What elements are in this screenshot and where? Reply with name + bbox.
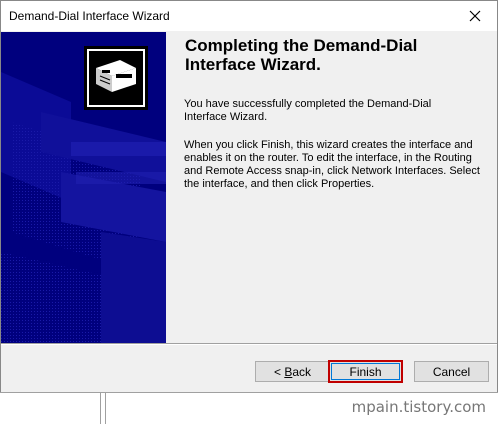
close-icon xyxy=(469,10,481,22)
back-label-accelerator: B xyxy=(284,364,293,379)
close-button[interactable] xyxy=(453,1,497,31)
back-label-rest: ack xyxy=(292,364,312,379)
finish-button-focus: Finish xyxy=(331,363,400,380)
wizard-window: Demand-Dial Interface Wizard Completing … xyxy=(0,0,498,423)
completion-message: You have successfully completed the Dema… xyxy=(184,98,432,123)
strip-divider xyxy=(100,393,101,424)
wizard-content: Completing the Demand-Dial Interface Wiz… xyxy=(167,32,497,343)
instruction-text: When you click Finish, this wizard creat… xyxy=(184,139,480,190)
background-strip: mpain.tistory.com xyxy=(0,392,498,424)
cancel-label: Cancel xyxy=(432,364,471,379)
footer-divider xyxy=(1,343,497,345)
window-title: Demand-Dial Interface Wizard xyxy=(9,9,170,23)
strip-divider xyxy=(105,393,106,424)
page-title: Completing the Demand-Dial Interface Wiz… xyxy=(185,36,418,74)
network-interface-icon xyxy=(84,46,148,110)
back-label-prefix: < xyxy=(273,364,285,379)
cancel-button[interactable]: Cancel xyxy=(414,361,489,382)
finish-button[interactable]: Finish xyxy=(328,360,403,383)
back-button[interactable]: < Back xyxy=(255,361,330,382)
title-bar: Demand-Dial Interface Wizard xyxy=(1,1,497,31)
wizard-banner xyxy=(1,32,166,343)
finish-label: Finish xyxy=(349,364,382,379)
watermark-text: mpain.tistory.com xyxy=(351,398,486,416)
